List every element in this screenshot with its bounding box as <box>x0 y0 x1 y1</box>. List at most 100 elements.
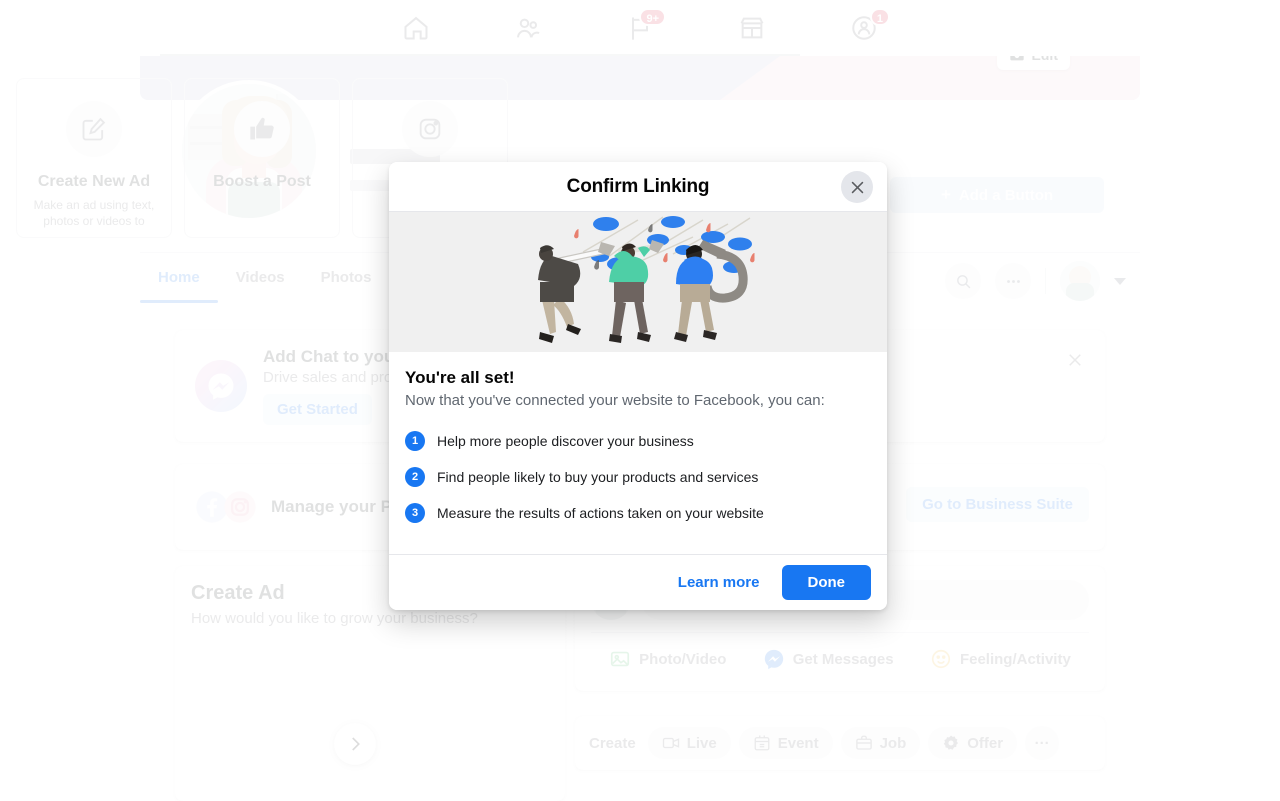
get-started-button[interactable]: Get Started <box>263 394 372 425</box>
close-icon <box>851 181 863 193</box>
create-new-ad-option[interactable]: Create New Ad Make an ad using text, pho… <box>16 78 172 238</box>
cover-right-block <box>720 56 1140 100</box>
tab-photos-label: Photos <box>320 269 372 286</box>
list-item: 3 Measure the results of actions taken o… <box>405 503 871 524</box>
messenger-icon <box>195 360 247 412</box>
create-more-button[interactable]: ··· <box>1025 726 1060 760</box>
search-icon <box>956 274 970 288</box>
musicians-illustration <box>538 216 755 343</box>
nav-item-home[interactable] <box>360 3 472 53</box>
composer-divider <box>591 632 1089 633</box>
edit-cover-button[interactable]: Edit <box>996 56 1070 70</box>
plus-icon: + <box>940 185 951 204</box>
groups-badge: 1 <box>869 8 890 26</box>
bullet-text: Find people likely to buy your products … <box>437 469 759 486</box>
photo-video-button[interactable]: Photo/Video <box>599 641 736 677</box>
tab-home[interactable]: Home <box>140 253 218 303</box>
create-offer-chip[interactable]: Offer <box>928 727 1018 759</box>
smiley-icon <box>931 649 951 669</box>
photo-icon <box>611 651 630 667</box>
top-navigation-bar: 9+ 1 <box>0 0 1280 56</box>
ellipsis-icon: ··· <box>1034 734 1050 752</box>
close-icon <box>1069 354 1081 366</box>
feeling-activity-button[interactable]: Feeling/Activity <box>920 641 1081 677</box>
store-icon <box>738 14 766 42</box>
chevron-right-icon <box>352 737 360 751</box>
more-options-button[interactable] <box>995 263 1031 299</box>
get-messages-label: Get Messages <box>792 650 894 668</box>
dialog-body-subtitle: Now that you've connected your website t… <box>405 392 825 409</box>
tab-videos[interactable]: Videos <box>218 253 303 303</box>
boost-a-post-option[interactable]: Boost a Post <box>184 78 340 238</box>
list-item: 2 Find people likely to buy your product… <box>405 467 871 488</box>
nav-item-groups[interactable]: 1 <box>808 3 920 53</box>
done-button[interactable]: Done <box>781 565 871 600</box>
bullet-text: Measure the results of actions taken on … <box>437 505 764 522</box>
groups-icon: 1 <box>850 8 890 42</box>
benefits-list: 1 Help more people discover your busines… <box>405 431 871 524</box>
ellipsis-icon <box>1006 279 1020 283</box>
instagram-icon <box>223 490 257 524</box>
nav-item-friends[interactable] <box>472 3 584 53</box>
flag-icon: 9+ <box>626 8 666 42</box>
bullet-number: 2 <box>405 467 425 488</box>
bullet-number: 1 <box>405 431 425 452</box>
create-live-label: Live <box>686 734 717 752</box>
messenger-icon <box>764 649 783 670</box>
add-a-button-cta[interactable]: + Add a Button <box>890 177 1104 213</box>
confirm-linking-dialog: Confirm Linking You're all set! Now that… <box>389 162 887 610</box>
create-live-chip[interactable]: Live <box>647 727 731 759</box>
boost-a-post-label: Boost a Post <box>213 173 311 190</box>
create-job-label: Job <box>879 734 907 752</box>
create-label: Create <box>589 734 636 752</box>
thumbs-up-icon <box>234 101 290 157</box>
instagram-icon <box>402 101 458 157</box>
create-shortcuts-card: Create Live Event Job Offer ··· <box>575 716 1105 770</box>
create-event-chip[interactable]: Event <box>738 727 833 759</box>
bullet-number: 3 <box>405 503 425 524</box>
pages-badge: 9+ <box>639 8 666 26</box>
compose-icon <box>66 101 122 157</box>
list-item: 1 Help more people discover your busines… <box>405 431 871 452</box>
tab-home-label: Home <box>158 269 200 286</box>
create-ad-next-button[interactable] <box>334 723 376 765</box>
tab-photos[interactable]: Photos <box>303 253 390 303</box>
dialog-footer: Learn more Done <box>389 554 887 610</box>
dialog-close-button[interactable] <box>841 171 873 203</box>
friends-icon <box>514 14 542 42</box>
bullet-text: Help more people discover your business <box>437 433 694 450</box>
avatar[interactable] <box>1060 261 1100 301</box>
create-ad-subtitle: How would you like to grow your business… <box>191 610 478 627</box>
dialog-header: Confirm Linking <box>389 162 887 212</box>
home-icon <box>402 14 430 42</box>
briefcase-icon <box>855 735 872 750</box>
feeling-activity-label: Feeling/Activity <box>959 650 1071 668</box>
dismiss-chat-card-button[interactable] <box>1061 346 1089 374</box>
create-event-label: Event <box>777 734 819 752</box>
create-job-chip[interactable]: Job <box>840 727 921 759</box>
learn-more-link[interactable]: Learn more <box>668 566 770 599</box>
dialog-body-title: You're all set! <box>405 368 515 387</box>
create-new-ad-label: Create New Ad <box>37 173 151 190</box>
search-button[interactable] <box>945 263 981 299</box>
nav-item-pages[interactable]: 9+ <box>584 3 696 53</box>
edit-cover-label: Edit <box>1032 56 1058 63</box>
platform-icons <box>195 490 257 524</box>
chevron-down-icon[interactable] <box>1114 277 1126 285</box>
photo-video-label: Photo/Video <box>639 650 727 668</box>
get-messages-button[interactable]: Get Messages <box>753 641 904 677</box>
add-a-button-label: Add a Button <box>958 186 1054 204</box>
tab-videos-label: Videos <box>235 269 285 286</box>
camera-icon <box>662 737 679 749</box>
dialog-body: You're all set! Now that you've connecte… <box>389 352 887 554</box>
calendar-icon <box>754 735 770 751</box>
toolbar-divider <box>1045 268 1046 294</box>
nav-item-marketplace[interactable] <box>696 3 808 53</box>
tag-icon <box>944 735 959 750</box>
camera-icon <box>1009 56 1024 61</box>
dialog-title: Confirm Linking <box>566 175 710 197</box>
create-new-ad-desc: Make an ad using text, photos or videos … <box>33 198 155 229</box>
dialog-illustration <box>389 212 887 352</box>
create-offer-label: Offer <box>967 734 1004 752</box>
go-to-business-suite-button[interactable]: Go to Business Suite <box>906 487 1089 522</box>
